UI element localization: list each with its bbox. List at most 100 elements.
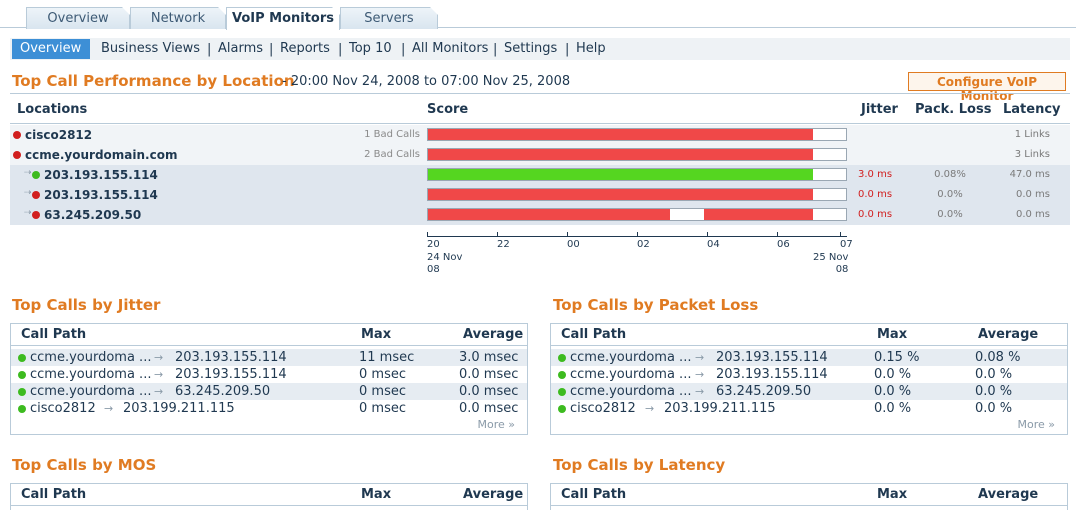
call-from: ccme.yourdoma ...	[570, 367, 692, 382]
tab-label: VoIP Monitors	[231, 11, 335, 26]
jitter-section-title: Top Calls by Jitter	[12, 296, 161, 314]
locations-table: Locations Score Jitter Pack. Loss Latenc…	[10, 93, 1070, 225]
call-to: 63.245.209.50	[716, 384, 812, 399]
jitter-more-link[interactable]: More »	[478, 418, 516, 431]
column-pack-loss: Pack. Loss	[915, 102, 992, 117]
green-status-dot-icon	[558, 371, 566, 379]
mos-section-title: Top Calls by MOS	[12, 456, 157, 474]
location-name[interactable]: 203.193.155.114	[44, 168, 158, 182]
average-value: 0.08 %	[975, 350, 1021, 365]
score-bar-fill	[428, 149, 813, 160]
axis-tick-label: 22	[497, 239, 510, 250]
arrow-right-icon: →	[154, 385, 164, 398]
subnav-all-monitors[interactable]: All Monitors	[412, 41, 488, 56]
bad-calls-count: 1 Bad Calls	[364, 129, 420, 140]
child-arrow-icon: ⇢	[24, 208, 32, 218]
call-to: 203.193.155.114	[175, 367, 287, 382]
green-status-dot-icon	[32, 171, 40, 179]
latency-section-title: Top Calls by Latency	[553, 456, 726, 474]
jitter-value: 0.0 ms	[858, 209, 893, 220]
tab-servers[interactable]: Servers	[340, 7, 438, 29]
tab-network[interactable]: Network	[130, 7, 226, 29]
axis-start-year: 08	[427, 264, 440, 275]
axis-tick	[777, 232, 778, 236]
packet-loss-panel: Call Path Max Average → ccme.yourdoma ...…	[550, 323, 1068, 435]
packet-loss-more-link[interactable]: More »	[1018, 418, 1056, 431]
location-row[interactable]: ccme.yourdomain.com 2 Bad Calls 3 Links	[10, 145, 1070, 165]
header-divider	[10, 123, 1070, 124]
jitter-panel: Call Path Max Average → ccme.yourdoma ...…	[10, 323, 528, 435]
location-row[interactable]: ⇢ 63.245.209.50 0.0 ms 0.0% 0.0 ms	[10, 205, 1070, 225]
score-bar	[427, 208, 847, 221]
call-to: 203.199.211.115	[664, 401, 776, 416]
axis-tick-label: 00	[567, 239, 580, 250]
call-path-row[interactable]: → cisco2812 203.199.211.115 0 msec 0.0 msec	[11, 400, 527, 417]
axis-tick-label: 02	[637, 239, 650, 250]
score-bar-fill	[704, 209, 813, 220]
red-status-dot-icon	[32, 211, 40, 219]
max-value: 0 msec	[359, 367, 406, 382]
call-path-row[interactable]: → ccme.yourdoma ... 203.193.155.114 0.0 % 0.…	[551, 366, 1067, 383]
max-value: 0.0 %	[874, 401, 912, 416]
axis-end-year: 08	[835, 264, 849, 275]
tab-voip-monitors[interactable]: VoIP Monitors	[226, 7, 340, 30]
call-from: ccme.yourdoma ...	[30, 367, 152, 382]
call-to: 203.199.211.115	[123, 401, 235, 416]
time-axis: 20 22 00 02 04 06 07 24 Nov 08 25 Nov 08	[427, 232, 853, 278]
axis-tick	[637, 232, 638, 236]
green-status-dot-icon	[558, 354, 566, 362]
location-row[interactable]: ⇢ 203.193.155.114 3.0 ms 0.08% 47.0 ms	[10, 165, 1070, 185]
location-row[interactable]: cisco2812 1 Bad Calls 1 Links	[10, 125, 1070, 145]
score-bar-fill	[428, 189, 813, 200]
location-name[interactable]: cisco2812	[25, 128, 92, 142]
jitter-value: 0.0 ms	[858, 189, 893, 200]
pack-loss-value: 0.0%	[937, 189, 963, 200]
latency-col-max: Max	[877, 487, 908, 502]
latency-panel-header: Call Path Max Average	[551, 484, 1067, 506]
tab-label: Overview	[47, 11, 109, 26]
call-path-row[interactable]: → ccme.yourdoma ... 63.245.209.50 0 msec 0.0…	[11, 383, 527, 400]
subnav-alarms[interactable]: Alarms	[218, 41, 263, 56]
location-name[interactable]: 63.245.209.50	[44, 208, 141, 222]
subnav-help[interactable]: Help	[576, 41, 606, 56]
call-to: 63.245.209.50	[175, 384, 271, 399]
green-status-dot-icon	[18, 405, 26, 413]
subnav-top10[interactable]: Top 10	[349, 41, 392, 56]
latency-value: 1 Links	[1014, 129, 1050, 140]
call-path-row[interactable]: → ccme.yourdoma ... 203.193.155.114 0 msec 0…	[11, 366, 527, 383]
axis-start-day: 24 Nov	[427, 252, 463, 263]
location-row[interactable]: ⇢ 203.193.155.114 0.0 ms 0.0% 0.0 ms	[10, 185, 1070, 205]
jitter-col-avg: Average	[463, 327, 524, 342]
subnav-overview[interactable]: Overview	[12, 39, 90, 59]
arrow-right-icon: →	[154, 368, 164, 381]
location-name[interactable]: 203.193.155.114	[44, 188, 158, 202]
pack-loss-value: 0.08%	[934, 169, 966, 180]
axis-start-date: 24 Nov 08	[427, 252, 462, 276]
arrow-right-icon: →	[104, 402, 114, 415]
tab-overview[interactable]: Overview	[26, 7, 130, 29]
axis-tick-label: 04	[707, 239, 720, 250]
column-jitter: Jitter	[861, 102, 898, 117]
score-bar	[427, 168, 847, 181]
latency-panel: Call Path Max Average	[550, 483, 1068, 510]
subnav-settings[interactable]: Settings	[504, 41, 557, 56]
max-value: 0 msec	[359, 384, 406, 399]
max-value: 11 msec	[359, 350, 415, 365]
subnav-separator: |	[565, 42, 570, 57]
mos-panel: Call Path Max Average	[10, 483, 528, 510]
page-title: Top Call Performance by Location	[12, 72, 295, 90]
green-status-dot-icon	[18, 371, 26, 379]
top-tabs: Overview Network VoIP Monitors Servers	[0, 0, 1076, 30]
mos-panel-header: Call Path Max Average	[11, 484, 527, 506]
location-name[interactable]: ccme.yourdomain.com	[25, 148, 177, 162]
red-status-dot-icon	[13, 131, 21, 139]
subnav-business-views[interactable]: Business Views	[101, 41, 200, 56]
call-path-row[interactable]: → ccme.yourdoma ... 203.193.155.114 11 msec…	[11, 349, 527, 366]
call-from: cisco2812	[30, 401, 96, 416]
call-path-row[interactable]: → ccme.yourdoma ... 203.193.155.114 0.15 % 0…	[551, 349, 1067, 366]
call-path-row[interactable]: → ccme.yourdoma ... 63.245.209.50 0.0 % 0.0 …	[551, 383, 1067, 400]
subnav-reports[interactable]: Reports	[280, 41, 330, 56]
call-path-row[interactable]: → cisco2812 203.199.211.115 0.0 % 0.0 %	[551, 400, 1067, 417]
configure-voip-monitor-button[interactable]: Configure VoIP Monitor	[908, 72, 1066, 103]
call-from: ccme.yourdoma ...	[570, 350, 692, 365]
